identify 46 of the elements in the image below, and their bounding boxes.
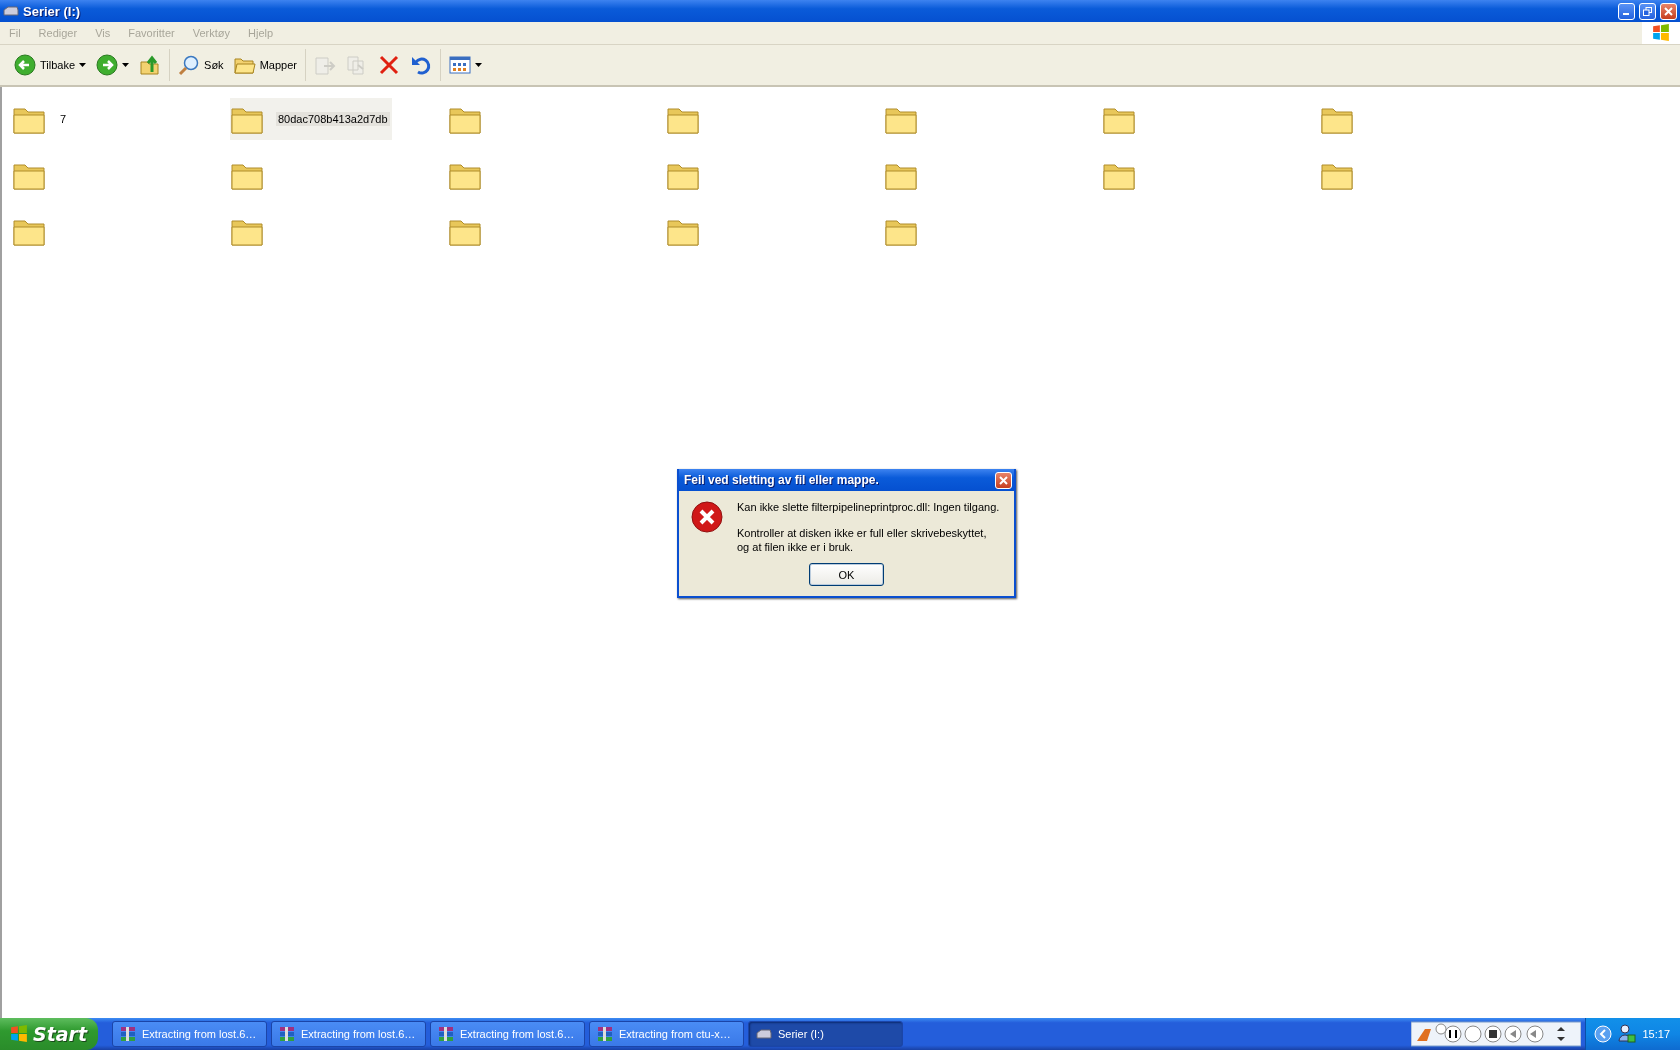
folders-icon	[233, 55, 256, 75]
taskbar-button[interactable]: Serier (I:)	[748, 1021, 903, 1047]
ok-button[interactable]: OK	[809, 563, 884, 586]
folder-item[interactable]: 7	[12, 98, 71, 140]
drive-icon	[3, 5, 19, 17]
minimize-button[interactable]	[1618, 2, 1635, 20]
error-icon	[691, 501, 723, 533]
show-hidden-icons-icon[interactable]	[1594, 1025, 1613, 1043]
error-details: og at filen ikke er i bruk.	[737, 541, 855, 553]
folders-button[interactable]: Mapper	[230, 50, 300, 80]
archive-books-icon	[438, 1026, 454, 1042]
windows-logo-icon	[10, 1025, 28, 1043]
restore-icon	[1643, 6, 1652, 16]
windows-logo-icon	[1652, 24, 1670, 42]
taskbar-button[interactable]: Extracting from lost.6…	[271, 1021, 426, 1047]
close-icon	[999, 475, 1008, 485]
search-button[interactable]: Søk	[175, 50, 227, 80]
start-button[interactable]: Start	[0, 1018, 98, 1050]
archive-books-icon	[279, 1026, 295, 1042]
media-controls-drawing[interactable]	[1411, 1021, 1582, 1047]
close-button[interactable]	[995, 471, 1012, 489]
folder-name[interactable]: 7	[58, 112, 69, 126]
dialog-title: Feil ved sletting av fil eller mappe.	[684, 473, 880, 487]
folder-name[interactable]: 80dac708b413a2d7db	[276, 112, 390, 126]
taskbar-button[interactable]: Extracting from ctu-x…	[589, 1021, 744, 1047]
back-button[interactable]: Tilbake	[11, 50, 90, 80]
search-icon	[178, 54, 201, 76]
error-details: Kontroller at disken ikke er full eller skrivebeskyttet,	[737, 527, 988, 539]
clock: 15:17	[1642, 1028, 1670, 1040]
close-button[interactable]	[1660, 2, 1677, 20]
drive-icon	[756, 1028, 772, 1040]
folder-item[interactable]: 80dac708b413a2d7db	[230, 98, 392, 140]
delete-icon	[377, 54, 400, 76]
window-title: Serier (I:)	[23, 3, 82, 19]
archive-books-icon	[120, 1026, 136, 1042]
taskbar-button[interactable]: Extracting from lost.6…	[430, 1021, 585, 1047]
folder-up-icon	[139, 54, 162, 76]
archive-books-icon	[597, 1026, 613, 1042]
network-user-icon[interactable]	[1618, 1024, 1637, 1044]
close-icon	[1664, 6, 1673, 16]
restore-button[interactable]	[1639, 2, 1656, 20]
taskbar-button[interactable]: Extracting from lost.6…	[112, 1021, 267, 1047]
error-message: Kan ikke slette filterpipelineprintproc.dll: Ingen tilgang.	[737, 501, 1000, 513]
views-icon	[448, 56, 471, 74]
undo-icon	[409, 54, 432, 76]
move-to-folder-icon	[313, 54, 336, 76]
